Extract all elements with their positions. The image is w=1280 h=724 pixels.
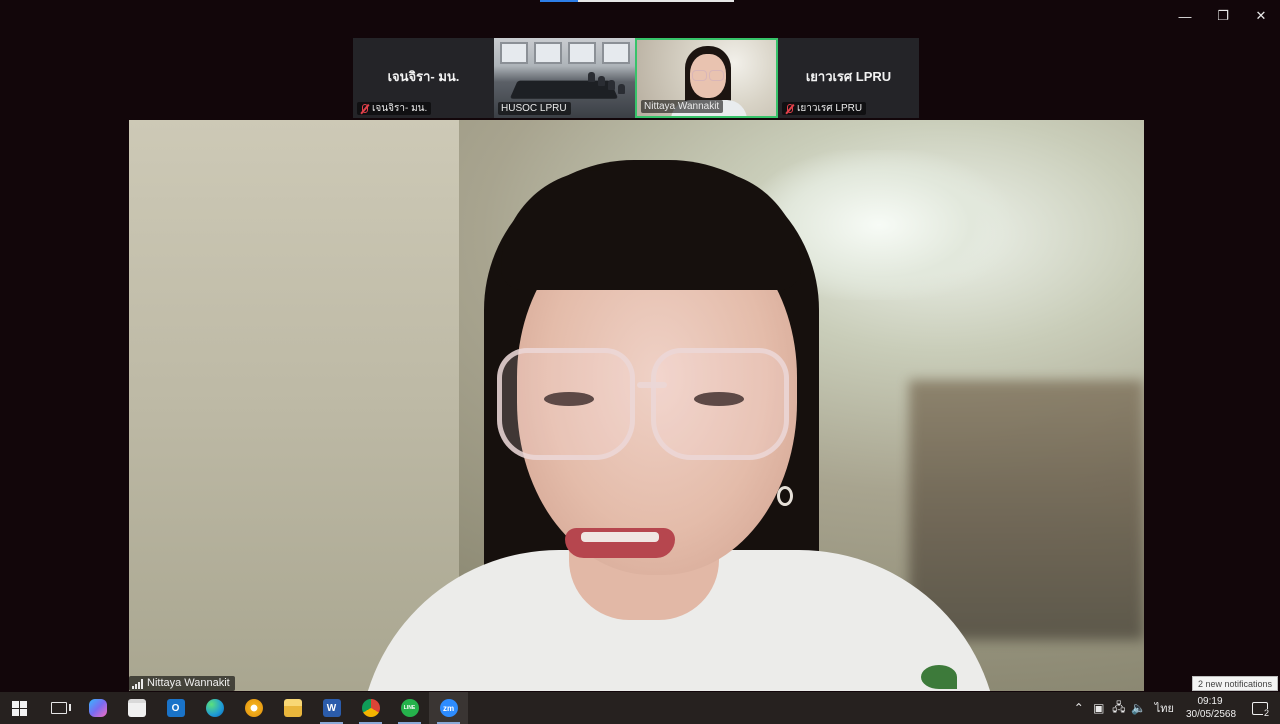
windows-logo-icon <box>12 700 27 716</box>
participant-tag-label: เยาวเรศ LPRU <box>797 103 863 114</box>
background-wall <box>129 120 459 691</box>
room-person <box>598 76 605 86</box>
glasses-lens <box>692 70 707 81</box>
taskbar-app-outlook[interactable]: O <box>156 692 195 724</box>
speaker-teeth <box>581 532 659 542</box>
clock-time: 09:19 <box>1197 696 1223 707</box>
minimize-button[interactable]: — <box>1166 0 1204 32</box>
zoom-meeting-window: — ❐ ✕ เจนจิรา- มน. เจนจิรา- มน. HUSOC LP… <box>0 0 1280 724</box>
room-window <box>568 42 596 64</box>
taskbar-app-store[interactable] <box>117 692 156 724</box>
room-window <box>602 42 630 64</box>
glasses-lens <box>709 70 724 81</box>
restore-button[interactable]: ❐ <box>1204 0 1242 32</box>
taskbar-app-zoom[interactable]: zm <box>429 692 468 724</box>
participant-name-tag: เยาวเรศ LPRU <box>782 102 867 115</box>
participant-tag-label: HUSOC LPRU <box>501 103 567 114</box>
action-center-button[interactable]: 2 <box>1240 692 1280 724</box>
room-window <box>500 42 528 64</box>
tray-meet-now-button[interactable]: ▣ <box>1089 692 1109 724</box>
windows-taskbar: O W LINE zm ⌃ ▣ 🖧 🔈 ไทย 09:19 30/05/2568… <box>0 692 1280 724</box>
notification-count: 2 <box>1262 708 1270 718</box>
participant-strip: เจนจิรา- มน. เจนจิรา- มน. HUSOC LPRU Nit… <box>353 38 919 118</box>
mic-muted-icon <box>785 103 794 114</box>
chevron-up-icon: ⌃ <box>1073 701 1084 715</box>
participant-name-tag: HUSOC LPRU <box>498 102 571 115</box>
room-person <box>608 80 615 90</box>
tray-network-button[interactable]: 🖧 <box>1109 692 1129 724</box>
notification-toast[interactable]: 2 new notifications <box>1191 676 1278 691</box>
participant-name-tag: เจนจิรา- มน. <box>357 102 432 115</box>
background-shelf <box>909 380 1144 640</box>
window-controls: — ❐ ✕ <box>1166 0 1280 32</box>
participant-display-name: เยาวเรศ LPRU <box>805 68 892 84</box>
speaker-volume-icon: 🔈 <box>1131 701 1147 715</box>
show-hidden-icons-button[interactable]: ⌃ <box>1069 692 1089 724</box>
taskbar-app-copilot[interactable] <box>78 692 117 724</box>
taskbar-app-chrome[interactable] <box>351 692 390 724</box>
word-icon: W <box>322 699 341 717</box>
speaker-fringe <box>501 170 801 290</box>
taskbar-app-chrome-canary[interactable] <box>234 692 273 724</box>
folder-icon <box>283 699 302 717</box>
taskbar-app-file-explorer[interactable] <box>273 692 312 724</box>
start-button[interactable] <box>0 692 39 724</box>
participant-tile-yaowares[interactable]: เยาวเรศ LPRU เยาวเรศ LPRU <box>778 38 919 118</box>
input-language-button[interactable]: ไทย <box>1149 699 1180 717</box>
zoom-icon: zm <box>439 699 458 717</box>
taskbar-app-word[interactable]: W <box>312 692 351 724</box>
speaker-name-label: Nittaya Wannakit <box>147 677 230 689</box>
mic-muted-icon <box>360 103 369 114</box>
participant-display-name: เจนจิรา- มน. <box>387 68 460 84</box>
tray-clock[interactable]: 09:19 30/05/2568 <box>1180 695 1240 721</box>
copilot-icon <box>88 699 107 717</box>
room-window <box>534 42 562 64</box>
participant-tile-husoc[interactable]: HUSOC LPRU <box>494 38 635 118</box>
speaker-name-tag: Nittaya Wannakit <box>129 676 235 691</box>
participant-name-tag: Nittaya Wannakit <box>641 100 724 113</box>
active-speaker-video[interactable] <box>129 120 1144 691</box>
taskbar-app-edge[interactable] <box>195 692 234 724</box>
top-bar-accent <box>540 0 734 2</box>
edge-icon <box>205 699 224 717</box>
room-person <box>588 72 595 82</box>
room-person <box>618 84 625 94</box>
chrome-canary-icon <box>244 699 263 717</box>
participant-tile-nittaya[interactable]: Nittaya Wannakit <box>635 38 778 118</box>
participant-tag-label: เจนจิรา- มน. <box>372 103 428 114</box>
participant-tile-jenjira[interactable]: เจนจิรา- มน. เจนจิรา- มน. <box>353 38 494 118</box>
line-icon: LINE <box>400 699 419 717</box>
glasses-lens <box>497 348 635 460</box>
task-view-icon <box>50 702 71 714</box>
chrome-icon <box>361 699 380 717</box>
task-view-button[interactable] <box>39 692 78 724</box>
clock-date: 30/05/2568 <box>1186 709 1237 720</box>
store-icon <box>127 699 146 717</box>
participant-tag-label: Nittaya Wannakit <box>644 101 720 112</box>
taskbar-app-line[interactable]: LINE <box>390 692 429 724</box>
connection-signal-icon <box>132 678 143 689</box>
outlook-icon: O <box>166 699 185 717</box>
speaker-earring <box>777 486 793 506</box>
meet-now-icon: ▣ <box>1093 701 1105 715</box>
close-button[interactable]: ✕ <box>1242 0 1280 32</box>
glasses-lens <box>651 348 789 460</box>
network-icon: 🖧 <box>1112 699 1126 714</box>
shirt-print <box>921 665 957 689</box>
glasses-bridge <box>637 382 667 388</box>
tray-volume-button[interactable]: 🔈 <box>1129 692 1149 724</box>
system-tray: ⌃ ▣ 🖧 🔈 ไทย 09:19 30/05/2568 2 <box>1069 692 1280 724</box>
